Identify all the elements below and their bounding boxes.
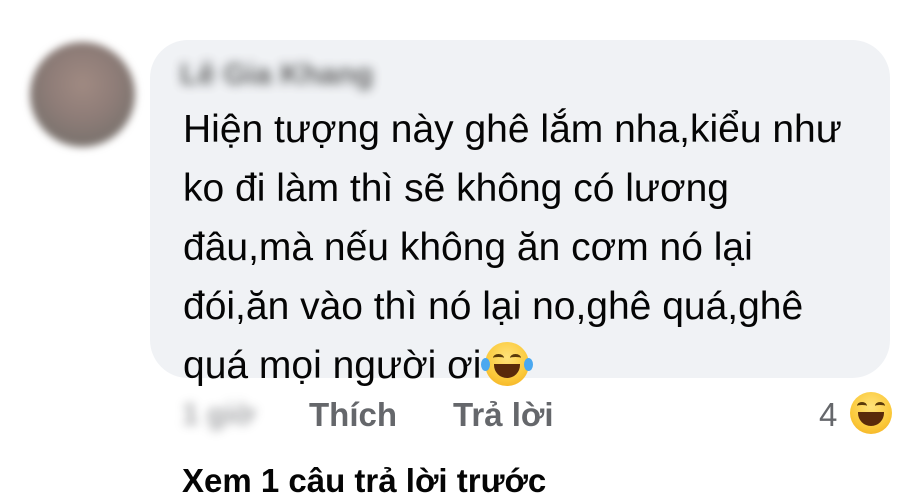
laughing-crying-emoji-icon <box>481 342 534 386</box>
comment-author[interactable]: Lê Gia Khang <box>180 58 373 92</box>
view-previous-replies-link[interactable]: Xem 1 câu trả lời trước <box>182 462 546 500</box>
reaction-count[interactable]: 4 <box>819 396 837 434</box>
avatar[interactable] <box>30 42 135 147</box>
laughing-face-icon[interactable] <box>850 392 892 434</box>
comment-timestamp[interactable]: 1 giờ <box>182 398 255 432</box>
comment-body: Hiện tượng này ghê lắm nha,kiểu như ko đ… <box>183 100 873 395</box>
like-button[interactable]: Thích <box>309 396 397 434</box>
reply-button[interactable]: Trả lời <box>453 396 554 434</box>
